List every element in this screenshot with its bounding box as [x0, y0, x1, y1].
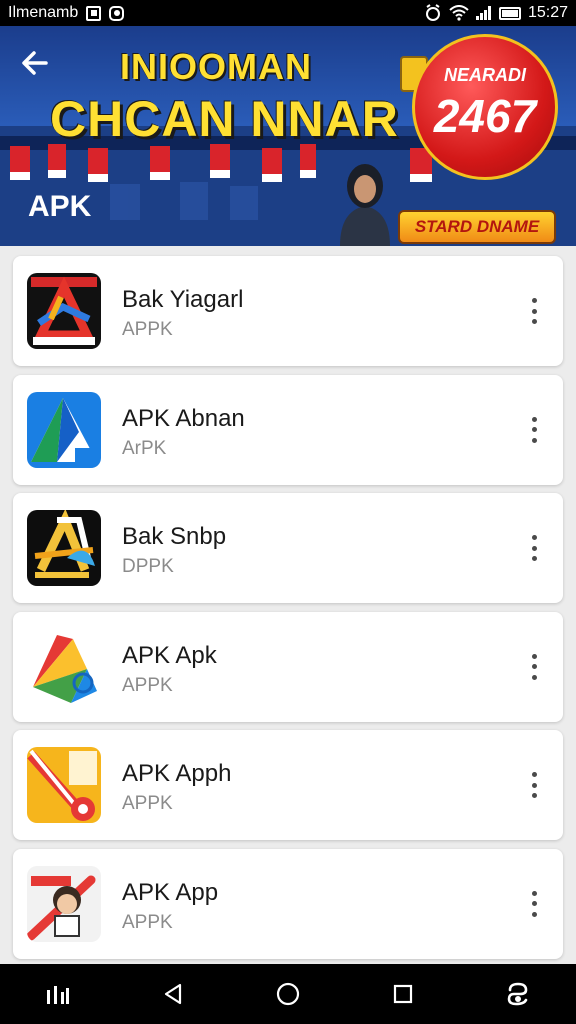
app-name: APK Apph [122, 760, 232, 788]
app-icon-a-blue [27, 391, 101, 468]
sim-icon [86, 5, 102, 21]
app-subtitle: APPK [122, 319, 173, 340]
alarm-icon [425, 4, 440, 21]
more-options-icon[interactable] [525, 413, 543, 447]
list-item[interactable]: APK App APPK [13, 848, 563, 959]
app-subtitle: DPPK [122, 556, 174, 578]
recent-apps-bars-icon[interactable] [38, 974, 78, 1014]
battery-icon [498, 6, 521, 20]
page-title: APK [28, 190, 92, 223]
banner-headline-main: CHCAN NNAR [50, 91, 399, 147]
app-name: APK Abnan [122, 404, 245, 432]
carrier-label: Ilmenamb [8, 4, 79, 21]
overview-square-icon[interactable] [383, 974, 423, 1014]
app-icon-a-gold [27, 510, 101, 587]
app-icon-yellow-red [27, 747, 101, 824]
list-item[interactable]: APK Apk APPK [13, 611, 563, 722]
list-item[interactable]: Bak Snbp DPPK [13, 493, 563, 604]
more-options-icon[interactable] [525, 768, 543, 802]
presenter-figure [340, 164, 390, 246]
back-arrow-icon[interactable] [18, 46, 52, 80]
more-options-icon[interactable] [525, 650, 543, 684]
app-subtitle: APPK [122, 793, 173, 815]
header-banner: INIOOMAN CHCAN NNAR NEARADI 2467 STARD D… [0, 26, 576, 246]
promo-ribbon: STARD DNAME [398, 210, 556, 244]
app-name: Bak Snbp [122, 523, 227, 551]
app-subtitle: ArPK [122, 437, 167, 459]
app-name: Bak Yiagarl [122, 286, 244, 313]
status-bar: Ilmenamb 15:27 [0, 0, 576, 26]
app-icon-a-red-blue [27, 273, 101, 349]
badge-number: 2467 [433, 90, 537, 142]
app-subtitle: APPK [122, 911, 173, 933]
navigation-bar [0, 964, 576, 1024]
app-name: APK App [122, 878, 219, 906]
app-icon-map-multicolor [27, 628, 101, 705]
app-icon-cartoon [27, 865, 101, 942]
more-options-icon[interactable] [525, 294, 543, 328]
back-triangle-icon[interactable] [153, 974, 193, 1014]
list-item[interactable]: Bak Yiagarl APPK [13, 256, 563, 366]
notification-icon [109, 5, 125, 21]
list-item[interactable]: APK Abnan ArPK [13, 374, 563, 485]
badge-label: NEARADI [443, 65, 526, 85]
app-name: APK Apk [122, 641, 217, 669]
wifi-icon [449, 5, 469, 21]
more-options-icon[interactable] [525, 531, 543, 565]
list-item[interactable]: APK Apph APPK [13, 730, 563, 841]
banner-headline-top: INIOOMAN [120, 46, 312, 87]
assistant-icon[interactable] [498, 974, 538, 1014]
app-subtitle: APPK [122, 674, 173, 696]
signal-icon [475, 6, 491, 20]
app-list: Bak Yiagarl APPK APK Abnan ArPK Bak Snbp… [13, 256, 563, 968]
promo-badge: NEARADI 2467 [412, 34, 558, 180]
more-options-icon[interactable] [525, 887, 543, 921]
clock: 15:27 [527, 4, 568, 21]
home-circle-icon[interactable] [268, 974, 308, 1014]
